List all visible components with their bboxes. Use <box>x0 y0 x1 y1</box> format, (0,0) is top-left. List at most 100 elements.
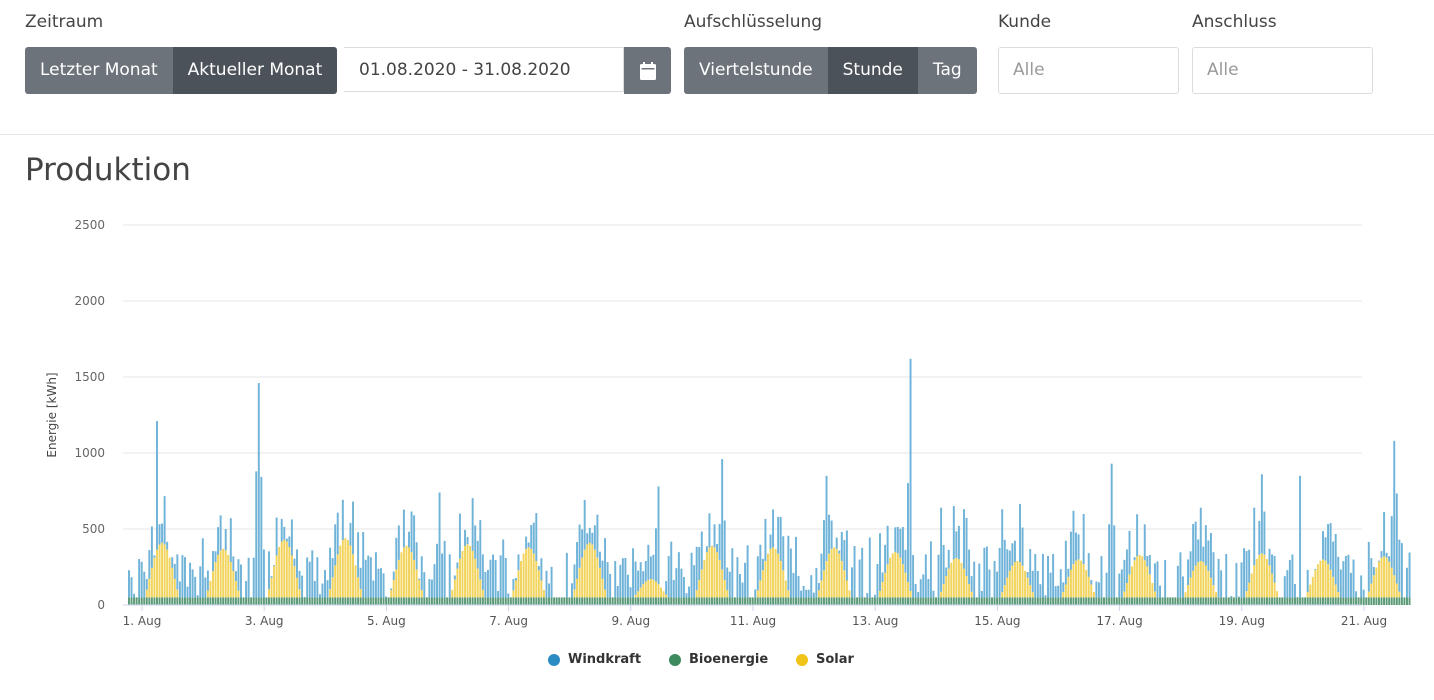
bar-bioenergie <box>245 597 248 605</box>
bar-solar <box>1085 569 1088 598</box>
bar-windkraft <box>1013 540 1016 563</box>
bar-windkraft <box>486 569 489 598</box>
bar-solar <box>219 550 222 598</box>
bar-solar <box>1013 562 1016 598</box>
bar-bioenergie <box>331 597 334 605</box>
bar-bioenergie <box>700 597 703 605</box>
y-axis-label: Energie [kWh] <box>45 372 59 457</box>
bar-bioenergie <box>509 597 512 605</box>
bar-solar <box>716 552 719 598</box>
bar-bioenergie <box>863 597 866 605</box>
bar-bioenergie <box>634 597 637 605</box>
bar-windkraft <box>1388 556 1391 562</box>
bar-bioenergie <box>1120 597 1123 605</box>
bar-bioenergie <box>815 597 818 605</box>
bar-bioenergie <box>1090 597 1093 605</box>
bar-windkraft <box>464 529 466 546</box>
bar-bioenergie <box>425 597 428 605</box>
bar-solar <box>698 579 701 598</box>
x-tick-label: 1. Aug <box>123 614 162 628</box>
date-range-input[interactable]: 01.08.2020 - 31.08.2020 <box>344 47 624 92</box>
bar-bioenergie <box>273 597 276 605</box>
bar-solar <box>848 590 851 598</box>
bar-solar <box>1271 573 1274 598</box>
bar-windkraft <box>570 583 573 598</box>
bar-solar <box>217 554 220 598</box>
bar-bioenergie <box>354 597 357 605</box>
bar-bioenergie <box>395 597 398 605</box>
bar-bioenergie <box>156 597 158 605</box>
bar-solar <box>1327 564 1330 598</box>
bar-windkraft <box>810 575 813 598</box>
bar-windkraft <box>1019 503 1021 563</box>
bar-windkraft <box>194 576 197 598</box>
bar-solar <box>598 567 601 598</box>
bar-windkraft <box>812 592 815 598</box>
stunde-button[interactable]: Stunde <box>827 47 918 94</box>
bar-bioenergie <box>433 597 436 605</box>
bar-bioenergie <box>1044 597 1047 605</box>
viertelstunde-button[interactable]: Viertelstunde <box>684 47 828 94</box>
bar-solar <box>341 540 344 598</box>
bar-windkraft <box>1273 555 1276 583</box>
bar-bioenergie <box>1151 597 1154 605</box>
tag-button[interactable]: Tag <box>917 47 977 94</box>
bar-bioenergie <box>346 597 349 605</box>
bar-solar <box>899 557 902 598</box>
bar-solar <box>1370 583 1373 598</box>
bar-windkraft <box>1334 534 1337 585</box>
bar-windkraft <box>285 538 288 542</box>
bar-bioenergie <box>1199 597 1202 605</box>
bar-windkraft <box>1286 570 1289 598</box>
bar-windkraft <box>578 524 581 568</box>
bar-bioenergie <box>978 597 981 605</box>
bar-bioenergie <box>739 597 741 605</box>
bar-bioenergie <box>853 597 856 605</box>
bar-windkraft <box>199 566 202 598</box>
bar-windkraft <box>293 558 296 567</box>
bar-windkraft <box>1146 556 1149 567</box>
anschluss-select[interactable]: Alle <box>1192 47 1373 94</box>
bar-windkraft <box>1054 586 1057 598</box>
legend-solar[interactable]: Solar <box>796 652 854 667</box>
bar-windkraft <box>492 554 494 598</box>
bar-bioenergie <box>690 597 693 605</box>
bar-bioenergie <box>278 597 281 605</box>
bar-bioenergie <box>861 597 864 605</box>
bar-windkraft <box>458 513 461 559</box>
bar-solar <box>1069 569 1072 598</box>
bar-windkraft <box>548 583 551 598</box>
bar-solar <box>540 580 543 598</box>
legend-bioenergie[interactable]: Bioenergie <box>669 652 768 667</box>
legend-windkraft[interactable]: Windkraft <box>548 652 641 667</box>
bar-windkraft <box>1128 530 1131 575</box>
bar-solar <box>662 591 665 598</box>
bar-bioenergie <box>339 597 342 605</box>
bar-bioenergie <box>471 597 474 605</box>
bar-windkraft <box>754 589 757 598</box>
bar-bioenergie <box>665 597 668 605</box>
calendar-button[interactable] <box>624 47 671 94</box>
last-month-button[interactable]: Letzter Monat <box>25 47 173 94</box>
bar-windkraft <box>148 550 151 579</box>
bar-windkraft <box>1034 554 1037 598</box>
kunde-select[interactable]: Alle <box>998 47 1179 94</box>
bar-bioenergie <box>935 597 937 605</box>
bar-bioenergie <box>1288 597 1291 605</box>
bar-solar <box>586 544 589 598</box>
bar-windkraft <box>789 548 792 598</box>
bar-bioenergie <box>1370 597 1373 605</box>
bar-solar <box>604 589 607 598</box>
bar-bioenergie <box>438 597 441 605</box>
bar-windkraft <box>843 540 846 571</box>
current-month-button[interactable]: Aktueller Monat <box>172 47 338 94</box>
bar-bioenergie <box>545 597 548 605</box>
bar-bioenergie <box>879 597 881 605</box>
bar-bioenergie <box>856 597 859 605</box>
bar-bioenergie <box>224 597 227 605</box>
bar-solar <box>392 579 395 598</box>
bar-bioenergie <box>161 597 164 605</box>
bar-bioenergie <box>1161 597 1164 605</box>
bar-solar <box>1151 583 1154 598</box>
bar-bioenergie <box>1357 597 1360 605</box>
